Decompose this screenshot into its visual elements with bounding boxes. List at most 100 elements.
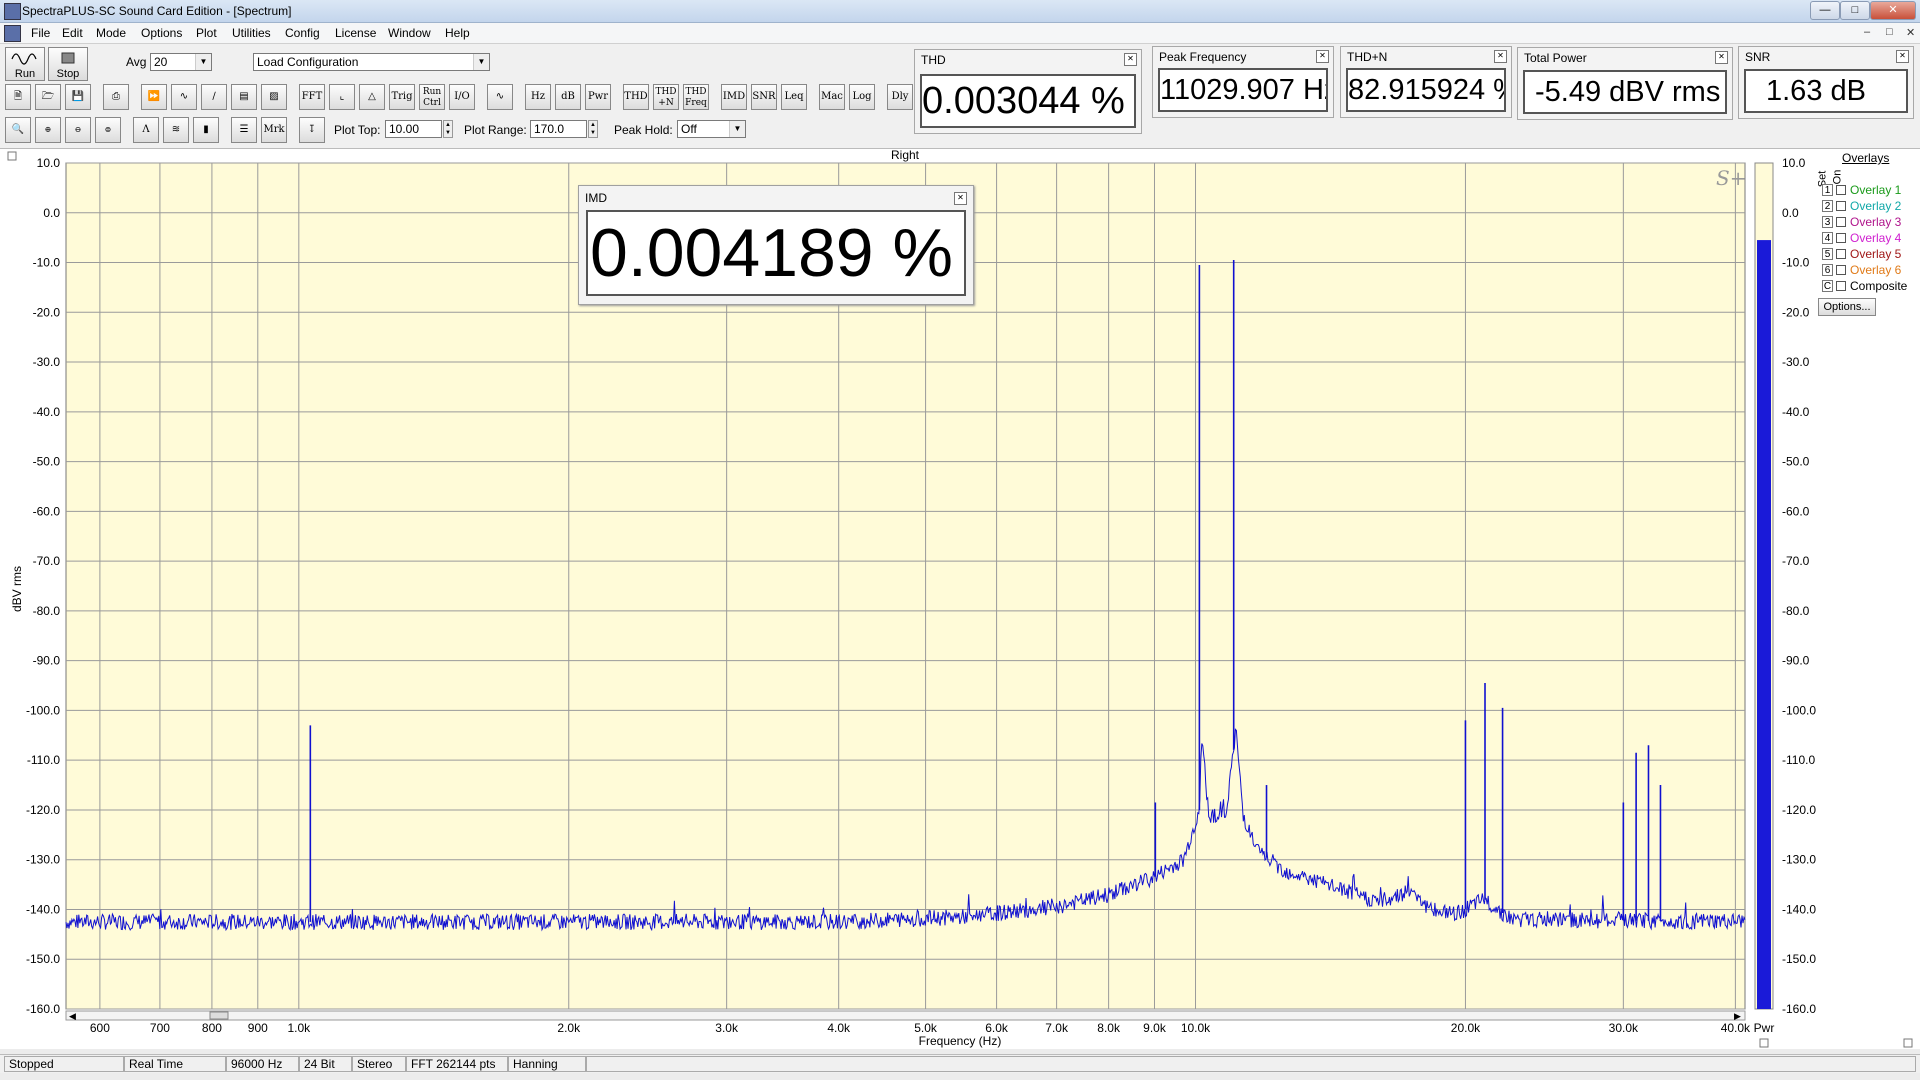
zoom-out-2x-button[interactable]: ⊖ xyxy=(65,117,91,143)
menu-plot[interactable]: Plot xyxy=(196,26,217,40)
leq-button[interactable]: Leq xyxy=(781,84,807,110)
print-button[interactable]: ⎙ xyxy=(103,84,129,110)
trig-button[interactable]: Trig xyxy=(389,84,415,110)
total-power-meter-value: -5.49 dBV rms xyxy=(1523,70,1727,114)
overlay-5-checkbox[interactable] xyxy=(1836,249,1846,259)
close-icon[interactable]: ✕ xyxy=(1494,50,1507,63)
menu-mode[interactable]: Mode xyxy=(96,26,126,40)
overlay-6-checkbox[interactable] xyxy=(1836,265,1846,275)
ramp-button[interactable]: ∕ xyxy=(201,84,227,110)
plot-range-spinner[interactable]: ▲ ▼ xyxy=(588,120,598,138)
fft-button[interactable]: FFT xyxy=(299,84,325,110)
overlay-1-checkbox[interactable] xyxy=(1836,185,1846,195)
new-file-button[interactable]: 🗎 xyxy=(5,84,31,110)
thd-button[interactable]: THD xyxy=(623,84,649,110)
mdi-restore-button[interactable]: □ xyxy=(1886,26,1893,38)
trigger-icon-button[interactable]: △ xyxy=(359,84,385,110)
zoom-out-full-button[interactable]: ⊜ xyxy=(95,117,121,143)
overlay-set-1-button[interactable]: 1 xyxy=(1822,184,1833,196)
bar-plot-icon: ▮ xyxy=(203,124,209,135)
scope-button[interactable]: ⌞ xyxy=(329,84,355,110)
menu-edit[interactable]: Edit xyxy=(62,26,83,40)
run-ctrl-button[interactable]: Run Ctrl xyxy=(419,84,445,110)
close-button[interactable]: ✕ xyxy=(1870,1,1916,20)
stop-square-icon xyxy=(61,52,75,64)
pwr-button[interactable]: Pwr xyxy=(585,84,611,110)
log-button[interactable]: Log xyxy=(849,84,875,110)
mac-button[interactable]: Mac xyxy=(819,84,845,110)
fast-forward-button[interactable]: ⏩ xyxy=(141,84,167,110)
thdn-button[interactable]: THD +N xyxy=(653,84,679,110)
plot-range-input[interactable]: 170.0 xyxy=(530,120,587,138)
zoom-in-2x-button[interactable]: ⊕ xyxy=(35,117,61,143)
signal-gen-button[interactable]: ∿ xyxy=(171,84,197,110)
avg-select[interactable]: 20 ▼ xyxy=(150,53,212,71)
imd-meter[interactable]: IMD ✕ 0.004189 % xyxy=(578,185,974,305)
peak-mode-button[interactable]: Λ xyxy=(133,117,159,143)
restore-button[interactable]: □ xyxy=(1840,1,1870,20)
power-bar-fill xyxy=(1757,240,1771,1009)
overlay-set-5-button[interactable]: 5 xyxy=(1822,248,1833,260)
power-scale-label: -130.0 xyxy=(1782,853,1816,867)
bar-mode-button[interactable]: ▮ xyxy=(193,117,219,143)
scale-button[interactable]: ↧ xyxy=(299,117,325,143)
overlay-set-2-button[interactable]: 2 xyxy=(1822,200,1833,212)
stop-button[interactable]: Stop xyxy=(48,47,88,81)
overlay-options-button[interactable]: Options... xyxy=(1818,298,1876,316)
imd-button[interactable]: IMD xyxy=(721,84,747,110)
menu-license[interactable]: License xyxy=(335,26,376,40)
peak-frequency-meter[interactable]: Peak Frequency ✕ 11029.907 Hz xyxy=(1152,46,1334,118)
list-view-button[interactable]: ☰ xyxy=(231,117,257,143)
overlay-2-checkbox[interactable] xyxy=(1836,201,1846,211)
zoom-button[interactable]: 🔍 xyxy=(5,117,31,143)
snr-meter[interactable]: SNR ✕ 1.63 dB xyxy=(1738,46,1914,119)
thd-freq-button[interactable]: THD Freq xyxy=(683,84,709,110)
close-icon[interactable]: ✕ xyxy=(1715,51,1728,64)
minimize-button[interactable]: — xyxy=(1810,1,1840,20)
thd-meter[interactable]: THD ✕ 0.003044 % xyxy=(914,49,1142,134)
menu-window[interactable]: Window xyxy=(388,26,431,40)
overlay-1-label: Overlay 1 xyxy=(1850,183,1902,197)
menu-file[interactable]: File xyxy=(31,26,50,40)
mdi-minimize-button[interactable]: – xyxy=(1864,26,1870,38)
dly-button[interactable]: Dly xyxy=(887,84,913,110)
overlays-title[interactable]: Overlays xyxy=(1842,151,1889,165)
io-button[interactable]: I/O xyxy=(449,84,475,110)
overlay-set-C-button[interactable]: C xyxy=(1822,280,1833,292)
close-icon[interactable]: ✕ xyxy=(954,192,967,205)
spectrogram-button[interactable]: ▤ xyxy=(231,84,257,110)
close-icon[interactable]: ✕ xyxy=(1316,50,1329,63)
close-icon[interactable]: ✕ xyxy=(1896,50,1909,63)
run-button[interactable]: Run xyxy=(5,47,45,81)
open-file-button[interactable]: 🗁 xyxy=(35,84,61,110)
close-icon[interactable]: ✕ xyxy=(1124,53,1137,66)
plot-top-spinner[interactable]: ▲ ▼ xyxy=(443,120,453,138)
overlay-set-6-button[interactable]: 6 xyxy=(1822,264,1833,276)
plot-top-input[interactable]: 10.00 xyxy=(385,120,442,138)
y-tick-label: -120.0 xyxy=(26,803,60,817)
mdi-close-button[interactable]: ✕ xyxy=(1906,26,1915,39)
mdi-doc-icon[interactable] xyxy=(4,25,21,42)
overlay-3-checkbox[interactable] xyxy=(1836,217,1846,227)
thdn-meter[interactable]: THD+N ✕ 82.915924 % xyxy=(1340,46,1512,118)
snr-button[interactable]: SNR xyxy=(751,84,777,110)
overlay-C-checkbox[interactable] xyxy=(1836,281,1846,291)
mrk-button[interactable]: Mrk xyxy=(261,117,287,143)
overlay-set-3-button[interactable]: 3 xyxy=(1822,216,1833,228)
total-power-meter[interactable]: Total Power ✕ -5.49 dBV rms xyxy=(1517,47,1733,120)
overlay-4-checkbox[interactable] xyxy=(1836,233,1846,243)
save-button[interactable]: 💾 xyxy=(65,84,91,110)
zoom-out-2x-icon: ⊖ xyxy=(74,125,82,134)
3d-surface-button[interactable]: ▨ xyxy=(261,84,287,110)
menu-help[interactable]: Help xyxy=(445,26,470,40)
hz-button[interactable]: Hz xyxy=(525,84,551,110)
sine-gen-button[interactable]: ∿ xyxy=(487,84,513,110)
peak-hold-select[interactable]: Off ▼ xyxy=(677,120,746,138)
overlay-set-4-button[interactable]: 4 xyxy=(1822,232,1833,244)
menu-options[interactable]: Options xyxy=(141,26,182,40)
menu-utilities[interactable]: Utilities xyxy=(232,26,271,40)
config-select[interactable]: Load Configuration ▼ xyxy=(253,53,490,71)
menu-config[interactable]: Config xyxy=(285,26,320,40)
line-mode-button[interactable]: ≋ xyxy=(163,117,189,143)
db-button[interactable]: dB xyxy=(555,84,581,110)
